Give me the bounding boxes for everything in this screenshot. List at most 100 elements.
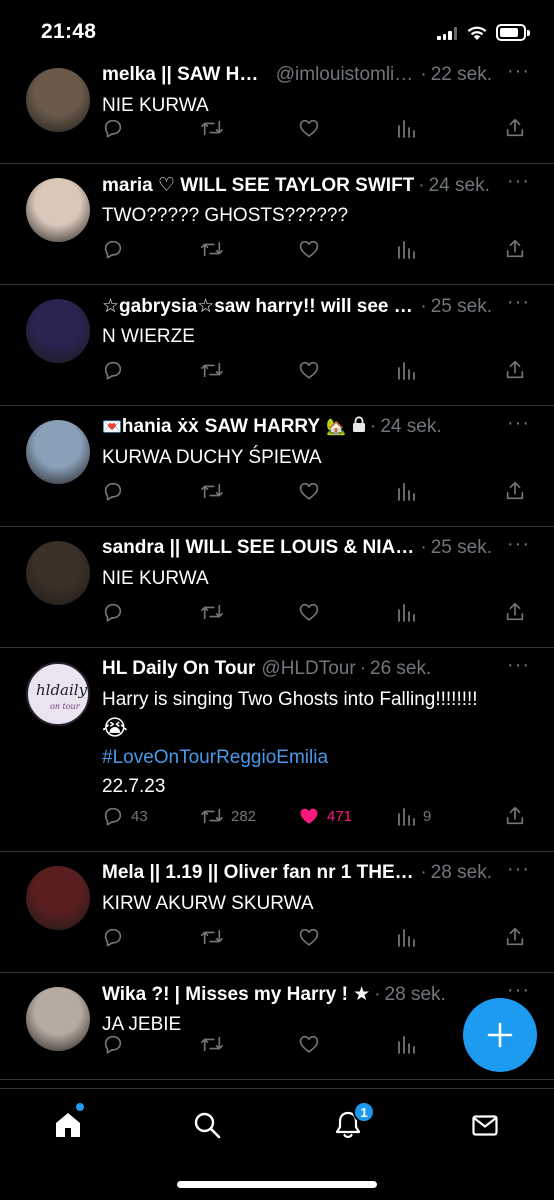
like-button[interactable] [298, 117, 320, 139]
more-options-icon[interactable]: ··· [507, 533, 530, 556]
more-options-icon[interactable]: ··· [507, 858, 530, 881]
tweet[interactable]: melka || SAW HARRY @imlouistomlinson·22 s… [0, 62, 554, 164]
tweet-body: maria ♡ WILL SEE TAYLOR SWIFT · 24 sek. ···… [102, 170, 536, 230]
views-button[interactable] [396, 601, 416, 623]
retweet-button[interactable] [200, 926, 224, 948]
author-name[interactable]: melka || SAW HARRY [102, 64, 270, 86]
more-options-icon[interactable]: ··· [507, 291, 530, 314]
battery-icon [496, 24, 530, 41]
tweet[interactable]: ☆gabrysia☆saw harry!! will see louis · 25 … [0, 285, 554, 406]
tweet[interactable]: maria ♡ WILL SEE TAYLOR SWIFT · 24 sek. ···… [0, 164, 554, 285]
nav-search[interactable] [189, 1107, 225, 1143]
views-button[interactable]: 9 [396, 805, 431, 827]
reply-button[interactable] [102, 359, 124, 381]
author-handle[interactable]: @HLDTour [261, 658, 355, 680]
retweet-button[interactable] [200, 238, 224, 260]
tweet[interactable]: hldaily on tour HL Daily On Tour @HLDTour · 2… [0, 648, 554, 852]
views-button[interactable] [396, 1033, 416, 1055]
tweet-time[interactable]: 26 sek. [370, 658, 431, 680]
reply-icon [102, 805, 124, 827]
status-bar: 21:48 [0, 0, 554, 62]
reply-button[interactable] [102, 1033, 124, 1055]
reply-button[interactable] [102, 601, 124, 623]
tweet[interactable]: Mela || 1.19 || Oliver fan nr 1 THE BEST… [0, 852, 554, 973]
compose-button[interactable] [463, 998, 537, 1072]
reply-button[interactable] [102, 238, 124, 260]
name-emoji-prefix: 💌 [102, 417, 122, 436]
more-options-icon[interactable]: ··· [507, 412, 530, 435]
avatar[interactable] [26, 541, 90, 605]
views-button[interactable] [396, 926, 416, 948]
author-handle[interactable]: @imlouistomlinson [276, 64, 417, 86]
more-options-icon[interactable]: ··· [507, 170, 530, 193]
nav-home[interactable] [50, 1107, 86, 1143]
author-name[interactable]: Mela || 1.19 || Oliver fan nr 1 THE BEST [102, 862, 416, 884]
more-options-icon[interactable]: ··· [507, 62, 530, 83]
author-name[interactable]: ☆gabrysia☆saw harry!! will see louis [102, 295, 416, 318]
share-button[interactable] [504, 238, 526, 260]
reply-button[interactable] [102, 480, 124, 502]
like-count: 471 [327, 807, 353, 825]
tweet[interactable]: 💌hania ẋẋ SAW HARRY 🏡 · 24 sek. ··· KURWA DUCHY… [0, 406, 554, 527]
views-icon [396, 601, 416, 623]
hashtag-link[interactable]: #LoveOnTourReggioEmilia [102, 743, 536, 772]
share-button[interactable] [504, 117, 526, 139]
tweet-header: Wika ?! | Misses my Harry ! ★ · 28 sek. [102, 983, 536, 1007]
timeline[interactable]: melka || SAW HARRY @imlouistomlinson · 22 s… [0, 62, 554, 1088]
views-button[interactable] [396, 480, 416, 502]
tweet-time[interactable]: 24 sek. [429, 175, 490, 197]
tweet-time[interactable]: 25 sek. [431, 537, 492, 559]
like-button[interactable] [298, 359, 320, 381]
like-button[interactable] [298, 601, 320, 623]
reply-button[interactable]: 43 [102, 805, 148, 827]
reply-button[interactable] [102, 117, 124, 139]
author-name[interactable]: maria ♡ WILL SEE TAYLOR SWIFT [102, 174, 414, 197]
author-name[interactable]: Wika ?! | Misses my Harry ! ★ [102, 983, 370, 1006]
views-icon [396, 117, 416, 139]
reply-icon [102, 238, 124, 260]
retweet-icon [200, 480, 224, 502]
retweet-button[interactable] [200, 601, 224, 623]
nav-messages[interactable] [467, 1107, 503, 1143]
tweet-time[interactable]: 25 sek. [431, 296, 492, 318]
tweet-time[interactable]: 28 sek. [431, 862, 492, 884]
like-button[interactable] [298, 238, 320, 260]
tweet[interactable]: sandra || WILL SEE LOUIS & NIALL · 25 sek.… [0, 527, 554, 648]
like-button[interactable] [298, 926, 320, 948]
separator-dot: · [374, 984, 381, 1005]
avatar[interactable] [26, 299, 90, 363]
tweet-time[interactable]: 28 sek. [385, 984, 446, 1006]
tweet-body: Mela || 1.19 || Oliver fan nr 1 THE BEST… [102, 858, 536, 918]
share-button[interactable] [504, 805, 526, 827]
share-button[interactable] [504, 359, 526, 381]
share-button[interactable] [504, 601, 526, 623]
author-name[interactable]: HL Daily On Tour [102, 658, 255, 680]
tweet-time[interactable]: 24 sek. [380, 416, 441, 438]
avatar[interactable] [26, 178, 90, 242]
views-button[interactable] [396, 359, 416, 381]
retweet-button[interactable] [200, 117, 224, 139]
tweet-time[interactable]: 22 sek. [431, 64, 492, 86]
views-button[interactable] [396, 117, 416, 139]
more-options-icon[interactable]: ··· [507, 654, 530, 677]
retweet-button[interactable] [200, 1033, 224, 1055]
avatar[interactable] [26, 68, 90, 132]
author-name[interactable]: sandra || WILL SEE LOUIS & NIALL [102, 537, 416, 559]
share-button[interactable] [504, 480, 526, 502]
avatar[interactable] [26, 420, 90, 484]
avatar[interactable]: hldaily on tour [26, 662, 90, 726]
author-name[interactable]: 💌hania ẋẋ SAW HARRY 🏡 [102, 416, 346, 438]
retweet-button[interactable] [200, 480, 224, 502]
avatar[interactable] [26, 987, 90, 1051]
avatar[interactable] [26, 866, 90, 930]
like-button[interactable] [298, 480, 320, 502]
share-button[interactable] [504, 926, 526, 948]
reply-button[interactable] [102, 926, 124, 948]
retweet-button[interactable]: 282 [200, 805, 256, 827]
share-icon [504, 238, 526, 260]
like-button[interactable] [298, 1033, 320, 1055]
views-button[interactable] [396, 238, 416, 260]
tweet-actions [102, 601, 526, 625]
retweet-button[interactable] [200, 359, 224, 381]
like-button[interactable]: 471 [298, 805, 352, 827]
